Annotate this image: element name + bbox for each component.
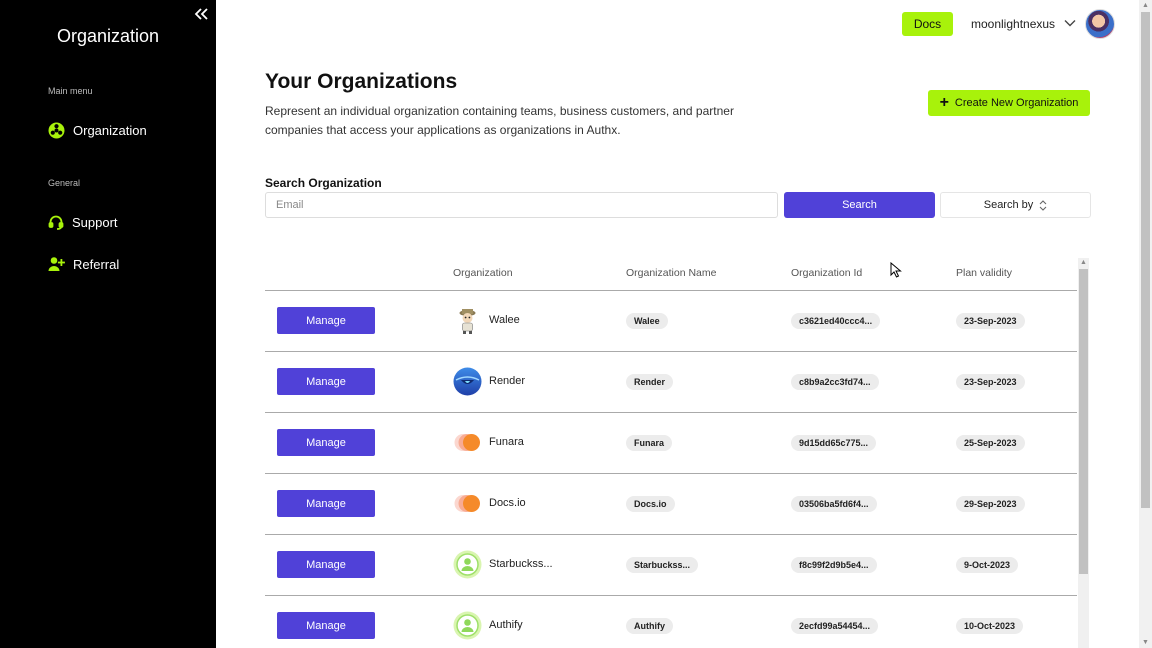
- table-scrollbar-thumb[interactable]: [1079, 269, 1088, 574]
- plus-icon: +: [939, 94, 949, 111]
- column-header: Organization Name: [626, 267, 717, 279]
- scroll-up-arrow-icon[interactable]: ▲: [1078, 258, 1089, 268]
- sidebar-brand: Organization: [57, 26, 160, 46]
- table-row: Manage Render Render c8b9a2cc3fd74... 23…: [265, 352, 1077, 413]
- search-by-select[interactable]: Search by: [940, 192, 1091, 218]
- mouse-cursor-icon: [890, 262, 902, 278]
- sidebar-item-label: Referral: [73, 256, 120, 272]
- plan-validity-pill: 9-Oct-2023: [956, 557, 1019, 573]
- page-scrollbar[interactable]: ▲ ▼: [1139, 0, 1152, 648]
- column-header: Organization: [453, 267, 513, 279]
- organization-name-pill: Render: [626, 374, 674, 390]
- user-logo-icon: [453, 611, 482, 640]
- plan-validity-pill: 23-Sep-2023: [956, 313, 1025, 329]
- page-title: Your Organizations: [265, 70, 458, 93]
- organization-id-pill: c8b9a2cc3fd74...: [791, 374, 879, 390]
- organization-name-pill: Funara: [626, 435, 673, 451]
- double-chevron-left-icon[interactable]: [192, 6, 210, 24]
- table-header: Organization Organization Name Organizat…: [265, 258, 1077, 291]
- manage-button[interactable]: Manage: [277, 612, 375, 639]
- user-plus-icon: [48, 257, 65, 271]
- docs-button[interactable]: Docs: [902, 12, 953, 36]
- search-label: Search Organization: [265, 176, 382, 190]
- organization-label: Funara: [489, 436, 524, 448]
- avatar[interactable]: [1085, 9, 1115, 39]
- biohazard-icon: [48, 122, 65, 139]
- username[interactable]: moonlightnexus: [971, 17, 1055, 31]
- table-row: Manage Walee Walee c3621ed40ccc4... 23-S…: [265, 291, 1077, 352]
- column-header: Organization Id: [791, 267, 863, 279]
- manage-button[interactable]: Manage: [277, 307, 375, 334]
- table-row: Manage Authify Authify 2ecfd99a54454... …: [265, 596, 1077, 648]
- plan-validity-pill: 29-Sep-2023: [956, 496, 1025, 512]
- headset-icon: [48, 215, 64, 230]
- organization-id-pill: f8c99f2d9b5e4...: [791, 557, 877, 573]
- manage-button[interactable]: Manage: [277, 490, 375, 517]
- organization-name-pill: Docs.io: [626, 496, 675, 512]
- create-organization-label: Create New Organization: [954, 97, 1079, 109]
- page-scrollbar-thumb[interactable]: [1141, 12, 1150, 508]
- organization-id-pill: 9d15dd65c775...: [791, 435, 877, 451]
- organization-name-pill: Starbuckss...: [626, 557, 699, 573]
- circles-logo-icon: [454, 495, 480, 512]
- organization-id-pill: 2ecfd99a54454...: [791, 618, 879, 634]
- manage-button[interactable]: Manage: [277, 368, 375, 395]
- user-logo-icon: [453, 550, 482, 579]
- table-scrollbar[interactable]: ▲: [1078, 258, 1089, 648]
- organization-id-pill: 03506ba5fd6f4...: [791, 496, 877, 512]
- organization-label: Authify: [489, 619, 523, 631]
- organization-label: Render: [489, 375, 526, 387]
- scroll-down-arrow-icon[interactable]: ▼: [1139, 637, 1152, 648]
- organization-id-pill: c3621ed40ccc4...: [791, 313, 881, 329]
- sidebar: Organization Main menu Organization Gene…: [0, 0, 216, 648]
- organization-label: Starbuckss...: [489, 558, 553, 570]
- section-main-menu: Main menu: [48, 86, 93, 96]
- sidebar-item-support[interactable]: Support: [48, 214, 118, 230]
- sidebar-item-label: Support: [72, 214, 118, 230]
- sort-icon: [1039, 199, 1047, 211]
- table-row: Manage Docs.io Docs.io 03506ba5fd6f4... …: [265, 474, 1077, 535]
- sidebar-item-referral[interactable]: Referral: [48, 256, 119, 272]
- character-logo-icon: [459, 309, 476, 334]
- circles-logo-icon: [454, 434, 480, 451]
- table-row: Manage Funara Funara 9d15dd65c775... 25-…: [265, 413, 1077, 474]
- table-row: Manage Starbuckss... Starbuckss... f8c99…: [265, 535, 1077, 596]
- search-by-label: Search by: [983, 199, 1034, 211]
- section-general: General: [48, 178, 81, 188]
- globe-logo-icon: [453, 367, 482, 396]
- plan-validity-pill: 25-Sep-2023: [956, 435, 1025, 451]
- plan-validity-pill: 10-Oct-2023: [956, 618, 1024, 634]
- manage-button[interactable]: Manage: [277, 551, 375, 578]
- organization-name-pill: Walee: [626, 313, 668, 329]
- sidebar-item-organization[interactable]: Organization: [48, 122, 147, 139]
- chevron-down-icon[interactable]: [1064, 17, 1076, 29]
- manage-button[interactable]: Manage: [277, 429, 375, 456]
- search-input[interactable]: [265, 192, 778, 218]
- organization-name-pill: Authify: [626, 618, 673, 634]
- organization-label: Walee: [489, 314, 520, 326]
- plan-validity-pill: 23-Sep-2023: [956, 374, 1025, 390]
- scroll-up-arrow-icon[interactable]: ▲: [1139, 0, 1152, 11]
- column-header: Plan validity: [956, 267, 1013, 279]
- organizations-table: Organization Organization Name Organizat…: [265, 258, 1077, 648]
- search-button[interactable]: Search: [784, 192, 935, 218]
- sidebar-item-label: Organization: [73, 123, 147, 138]
- page-description: Represent an individual organization con…: [265, 104, 734, 137]
- organization-label: Docs.io: [489, 497, 526, 509]
- create-organization-button[interactable]: + Create New Organization: [928, 90, 1090, 116]
